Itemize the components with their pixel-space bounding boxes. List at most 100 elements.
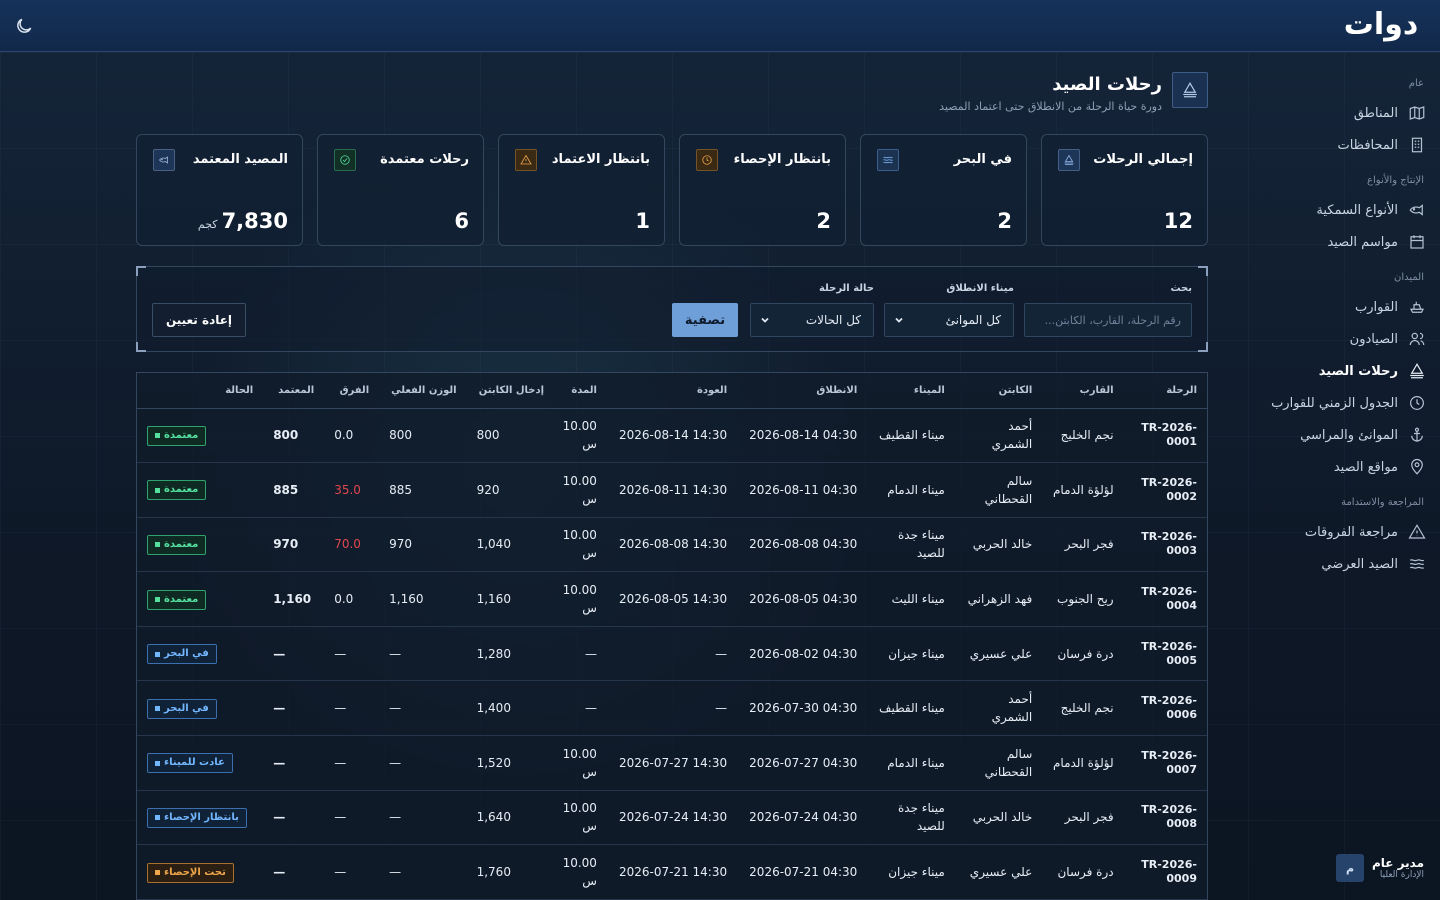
table-row[interactable]: TR-2026-0006 نجم الخليج أحمد الشمري ميناء ا… [137, 680, 1207, 737]
approved-weight: — [263, 735, 325, 791]
sidebar-item-users[interactable]: الصيادون [1216, 323, 1440, 355]
sidebar-item-building[interactable]: المحافظات [1216, 129, 1440, 161]
trip-id[interactable]: TR-2026-0001 [1123, 408, 1207, 464]
approved-weight: 1,160 [263, 571, 325, 627]
trip-id[interactable]: TR-2026-0009 [1123, 844, 1207, 900]
approved-weight: — [263, 626, 325, 682]
kpi-card: المصيد المعتمد 7,830كجم [136, 134, 303, 246]
captain-name: أحمد الشمري [954, 408, 1043, 464]
location-pin-icon [1408, 458, 1426, 476]
sidebar-item-map[interactable]: المناطق [1216, 97, 1440, 129]
table-row[interactable]: TR-2026-0008 فجر البحر خالد الحربي ميناء جد… [137, 790, 1207, 846]
sidebar-item-clock[interactable]: الجدول الزمني للقوارب [1216, 387, 1440, 419]
kpi-number: 6 [454, 209, 469, 233]
column-header: المدة [554, 373, 607, 409]
weight-diff: 0.0 [324, 571, 380, 627]
status-cell: بانتظار الإحصاء [137, 790, 264, 846]
sidebar-item-sail[interactable]: رحلات الصيد [1216, 355, 1440, 387]
table-row[interactable]: TR-2026-0007 لؤلؤة الدمام سالم القحطاني مين… [137, 735, 1207, 791]
trip-id[interactable]: TR-2026-0002 [1123, 462, 1207, 518]
search-input[interactable]: رقم الرحلة، القارب، الكابتن... [1024, 303, 1192, 337]
trip-id[interactable]: TR-2026-0008 [1123, 790, 1207, 846]
captain-entry: 920 [466, 462, 555, 518]
status-badge: معتمدة [147, 480, 207, 501]
nav-group-title: الإنتاج والأنواع [1367, 175, 1424, 186]
sidebar-item-warning[interactable]: مراجعة الفروقات [1216, 516, 1440, 548]
nav-group-title: عام [1408, 78, 1424, 89]
duration: — [554, 680, 607, 737]
table-row[interactable]: TR-2026-0001 نجم الخليج أحمد الشمري ميناء ا… [137, 408, 1207, 464]
status-cell: معتمدة [137, 517, 264, 573]
boat-name: لؤلؤة الدمام [1042, 735, 1124, 791]
sidebar: عام المناطق المحافظات الإنتاج والأنواع الأنو… [1216, 52, 1440, 900]
depart-time: 2026-07-24 04:30 [737, 790, 868, 846]
weight-diff: — [324, 844, 380, 900]
kpi-number: 2 [997, 209, 1012, 233]
trip-id[interactable]: TR-2026-0005 [1123, 626, 1207, 682]
sidebar-item-fish[interactable]: الأنواع السمكية [1216, 194, 1440, 226]
user-info: مدير عام الإدارة العليا [1372, 856, 1424, 880]
trip-id[interactable]: TR-2026-0006 [1123, 680, 1207, 737]
sidebar-item-boat[interactable]: القوارب [1216, 291, 1440, 323]
table-row[interactable]: TR-2026-0005 درة فرسان علي عسيري ميناء جيزا… [137, 626, 1207, 682]
table-row[interactable]: TR-2026-0004 ريح الجنوب فهد الزهراني ميناء … [137, 571, 1207, 627]
table-row[interactable]: TR-2026-0003 فجر البحر خالد الحربي ميناء جد… [137, 517, 1207, 573]
port-name: ميناء الدمام [867, 735, 955, 791]
status-cell: معتمدة [137, 571, 264, 627]
kpi-card: إجمالي الرحلات 12 [1041, 134, 1208, 246]
return-time: — [606, 680, 738, 737]
sidebar-item-label: الصيادون [1349, 331, 1398, 347]
sail-icon [1058, 149, 1080, 171]
column-header: العودة [606, 373, 738, 409]
search-placeholder: رقم الرحلة، القارب، الكابتن... [1044, 313, 1181, 327]
reset-button[interactable]: إعادة تعيين [152, 303, 246, 337]
status-dot [155, 433, 160, 439]
captain-entry: 1,760 [466, 844, 555, 900]
weight-diff: — [324, 680, 380, 737]
user-profile[interactable]: مدير عام الإدارة العليا م [1335, 854, 1424, 882]
status-dot [155, 760, 160, 766]
sidebar-item-label: الصيد العرضي [1321, 556, 1398, 572]
kpi-value: 7,830كجم [198, 209, 288, 233]
status-select[interactable]: كل الحالات [750, 303, 874, 337]
sail-icon [1408, 362, 1426, 380]
port-select[interactable]: كل الموانئ [884, 303, 1014, 337]
table-row[interactable]: TR-2026-0009 درة فرسان علي عسيري ميناء جيزا… [137, 844, 1207, 900]
depart-time: 2026-08-14 04:30 [737, 408, 868, 464]
approved-weight: 800 [263, 408, 325, 464]
filter-button[interactable]: تصفية [672, 303, 738, 337]
boat-name: نجم الخليج [1042, 680, 1124, 737]
sidebar-item-calendar[interactable]: مواسم الصيد [1216, 226, 1440, 258]
duration: 10.00 س [554, 844, 607, 900]
sidebar-item-label: مراجعة الفروقات [1304, 524, 1398, 540]
moon-icon[interactable] [14, 16, 34, 36]
weight-diff: 35.0 [324, 462, 380, 518]
trip-id[interactable]: TR-2026-0004 [1123, 571, 1207, 627]
warning-icon [515, 149, 537, 171]
actual-weight: — [379, 680, 467, 737]
captain-name: خالد الحربي [954, 790, 1043, 846]
column-header: الرحلة [1123, 373, 1207, 409]
sidebar-item-anchor[interactable]: الموانئ والمراسي [1216, 419, 1440, 451]
status-badge: تحت الإحصاء [147, 862, 234, 883]
sidebar-item-waves[interactable]: الصيد العرضي [1216, 548, 1440, 580]
approved-weight: — [263, 790, 325, 846]
nav-group-title: المراجعة والاستدامة [1341, 497, 1424, 508]
trip-id[interactable]: TR-2026-0007 [1123, 735, 1207, 791]
table-row[interactable]: TR-2026-0002 لؤلؤة الدمام سالم القحطاني مين… [137, 462, 1207, 518]
nav-group-title: الميدان [1394, 272, 1424, 283]
trip-id[interactable]: TR-2026-0003 [1123, 517, 1207, 573]
depart-time: 2026-08-08 04:30 [737, 517, 868, 573]
sidebar-item-location-pin[interactable]: مواقع الصيد [1216, 451, 1440, 483]
app-logo[interactable]: دوات [1338, 8, 1424, 42]
kpi-value: 2 [997, 209, 1012, 233]
sidebar-item-label: رحلات الصيد [1318, 363, 1398, 379]
return-time: 2026-08-11 14:30 [606, 462, 738, 518]
top-bar: دوات [0, 0, 1440, 52]
return-time: 2026-08-08 14:30 [606, 517, 738, 573]
status-dot [155, 815, 160, 821]
status-badge: بانتظار الإحصاء [147, 807, 247, 828]
